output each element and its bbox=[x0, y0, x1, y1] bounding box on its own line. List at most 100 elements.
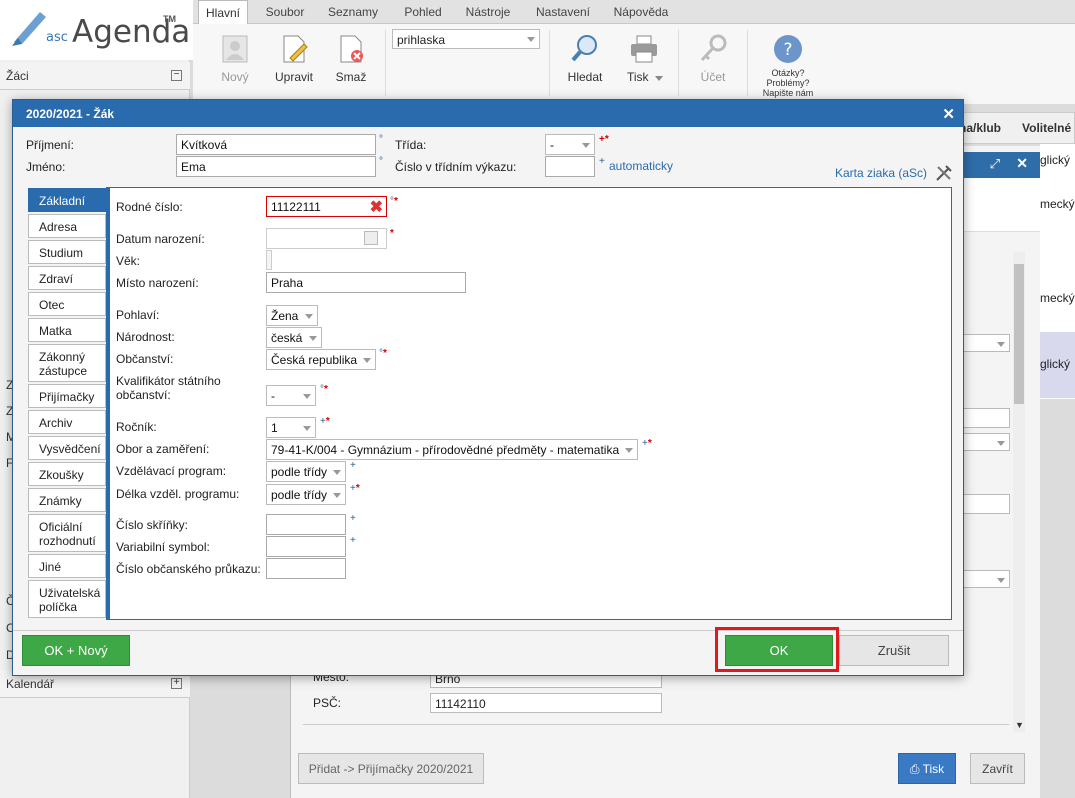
tab-jine[interactable]: Jiné bbox=[28, 554, 106, 578]
background-input[interactable] bbox=[960, 494, 1010, 514]
tab-prijimacky[interactable]: Přijímačky bbox=[28, 384, 106, 408]
citizenship-qualifier-select[interactable]: - bbox=[266, 385, 316, 406]
chevron-down-icon bbox=[333, 470, 341, 475]
tools-icon[interactable] bbox=[934, 163, 954, 183]
tab-matka[interactable]: Matka bbox=[28, 318, 106, 342]
maximize-icon[interactable]: ⤢ bbox=[990, 156, 1000, 172]
tab-soubor[interactable]: Soubor bbox=[257, 0, 313, 24]
chevron-down-icon bbox=[582, 143, 590, 148]
background-table-header: na/klub Volitelné bbox=[955, 112, 1075, 144]
birth-date-input[interactable] bbox=[266, 228, 387, 249]
tab-znamky[interactable]: Známky bbox=[28, 488, 106, 512]
scrollbar[interactable] bbox=[1013, 252, 1025, 732]
calendar-icon[interactable] bbox=[364, 231, 378, 245]
print-button[interactable]: Tisk bbox=[621, 24, 667, 94]
field-of-study-value: 79-41-K/004 - Gymnázium - přírodovědné p… bbox=[271, 443, 620, 457]
new-button[interactable]: Nový bbox=[215, 24, 255, 94]
student-card-link[interactable]: Karta ziaka (aSc) bbox=[835, 166, 927, 180]
tab-hlavni[interactable]: Hlavní bbox=[198, 0, 248, 24]
view-select[interactable]: prihlaska bbox=[392, 29, 540, 49]
locker-input[interactable] bbox=[266, 514, 346, 535]
birth-date-label: Datum narození: bbox=[116, 232, 205, 246]
birth-number-value: 11122111 bbox=[271, 200, 321, 214]
selected-row[interactable]: glický bbox=[1040, 332, 1075, 398]
chevron-down-icon bbox=[997, 578, 1005, 583]
surname-input[interactable]: Kvítková bbox=[176, 134, 376, 155]
edit-label: Upravit bbox=[274, 70, 313, 84]
close-icon[interactable]: ✕ bbox=[942, 105, 955, 123]
tab-pohled[interactable]: Pohled bbox=[395, 0, 451, 24]
collapse-icon[interactable]: − bbox=[171, 70, 182, 81]
id-card-label: Číslo občanského průkazu: bbox=[116, 562, 261, 576]
class-value: - bbox=[550, 138, 554, 152]
year-select[interactable]: 1 bbox=[266, 417, 316, 438]
chevron-down-icon bbox=[333, 493, 341, 498]
age-label: Věk: bbox=[116, 254, 141, 268]
tab-vysvedceni[interactable]: Vysvědčení bbox=[28, 436, 106, 460]
surname-value: Kvítková bbox=[181, 138, 228, 152]
psc-label: PSČ: bbox=[313, 696, 342, 710]
birth-number-input[interactable]: 11122111 ✖ bbox=[266, 196, 387, 217]
variable-symbol-input[interactable] bbox=[266, 536, 346, 557]
field-of-study-select[interactable]: 79-41-K/004 - Gymnázium - přírodovědné p… bbox=[266, 439, 638, 460]
tab-studium[interactable]: Studium bbox=[28, 240, 106, 264]
class-number-input[interactable] bbox=[545, 156, 595, 177]
tab-zkousky[interactable]: Zkoušky bbox=[28, 462, 106, 486]
class-select[interactable]: - bbox=[545, 134, 595, 155]
background-select[interactable] bbox=[960, 334, 1010, 352]
sex-label: Pohlaví: bbox=[116, 308, 160, 322]
background-input[interactable] bbox=[960, 408, 1010, 428]
citizenship-value: Česká republika bbox=[271, 353, 358, 367]
psc-input[interactable]: 11142110 bbox=[430, 693, 662, 713]
background-select[interactable] bbox=[960, 570, 1010, 588]
citizenship-select[interactable]: Česká republika bbox=[266, 349, 376, 370]
search-icon bbox=[571, 35, 597, 62]
scrollbar-thumb[interactable] bbox=[1014, 264, 1024, 404]
close-icon[interactable]: ✕ bbox=[1016, 155, 1028, 172]
sidebar-section-zaci[interactable]: Žáci − bbox=[0, 62, 190, 90]
delete-button[interactable]: Smaž bbox=[331, 24, 371, 94]
sex-value: Žena bbox=[271, 309, 299, 323]
tab-adresa[interactable]: Adresa bbox=[28, 214, 106, 238]
print-bottom-label: Tisk bbox=[922, 762, 945, 776]
tab-zakonny-zastupce[interactable]: Zákonný zástupce bbox=[28, 344, 106, 382]
print-dropdown-icon[interactable] bbox=[655, 76, 663, 81]
cancel-button[interactable]: Zrušit bbox=[839, 635, 949, 666]
background-cells: glický mecký mecký glický bbox=[1040, 144, 1075, 399]
print-bottom-button[interactable]: ⎙ Tisk bbox=[898, 753, 956, 784]
chevron-down-icon bbox=[363, 358, 371, 363]
name-input[interactable]: Ema bbox=[176, 156, 376, 177]
tab-nastroje[interactable]: Nástroje bbox=[459, 0, 517, 24]
tab-uzivatelska-policka[interactable]: Uživatelská políčka bbox=[28, 580, 106, 618]
automatic-link[interactable]: automaticky bbox=[609, 159, 673, 173]
add-to-admissions-button[interactable]: Přidat -> Přijímačky 2020/2021 bbox=[298, 753, 484, 784]
tab-zakladni[interactable]: Základní bbox=[28, 188, 106, 212]
program-length-select[interactable]: podle třídy bbox=[266, 484, 346, 505]
ribbon-divider bbox=[385, 30, 386, 96]
program-select[interactable]: podle třídy bbox=[266, 461, 346, 482]
help-button[interactable]: ? Otázky? Problémy? Napište nám bbox=[761, 24, 815, 104]
nationality-select[interactable]: česká bbox=[266, 327, 322, 348]
edit-button[interactable]: Upravit bbox=[273, 24, 315, 94]
account-button[interactable]: Účet bbox=[691, 24, 735, 94]
psc-value: 11142110 bbox=[435, 697, 486, 711]
scroll-down-icon[interactable]: ▼ bbox=[1015, 720, 1024, 730]
birth-place-input[interactable]: Praha bbox=[266, 272, 466, 293]
tab-seznamy[interactable]: Seznamy bbox=[321, 0, 385, 24]
close-button[interactable]: Zavřít bbox=[970, 753, 1025, 784]
basic-tab-content: Rodné číslo: 11122111 ✖ °* Datum narození… bbox=[106, 187, 952, 620]
tab-archiv[interactable]: Archiv bbox=[28, 410, 106, 434]
id-card-input[interactable] bbox=[266, 558, 346, 579]
ok-new-button[interactable]: OK + Nový bbox=[22, 635, 130, 666]
program-length-label: Délka vzděl. programu: bbox=[116, 487, 240, 501]
account-label: Účet bbox=[700, 70, 726, 84]
tab-napoveda[interactable]: Nápověda bbox=[607, 0, 675, 24]
tab-nastaveni[interactable]: Nastavení bbox=[529, 0, 597, 24]
search-button[interactable]: Hledat bbox=[563, 24, 607, 94]
tab-oficialni-rozhodnuti[interactable]: Oficiální rozhodnutí bbox=[28, 514, 106, 552]
background-select[interactable] bbox=[960, 433, 1010, 451]
sex-select[interactable]: Žena bbox=[266, 305, 318, 326]
expand-icon[interactable]: + bbox=[171, 678, 182, 689]
tab-otec[interactable]: Otec bbox=[28, 292, 106, 316]
tab-zdravi[interactable]: Zdraví bbox=[28, 266, 106, 290]
